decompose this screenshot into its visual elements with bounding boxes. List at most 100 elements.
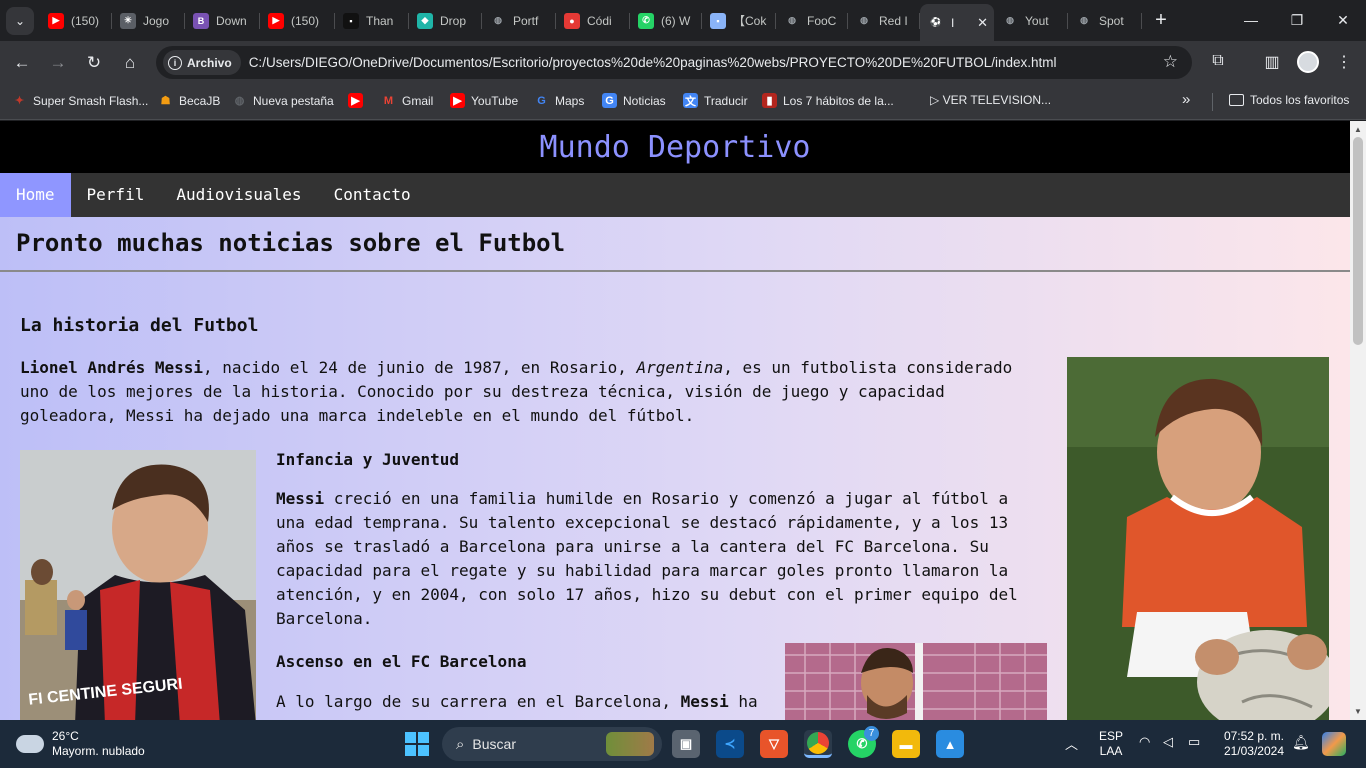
- tray-chevron-icon[interactable]: ︿: [1065, 734, 1078, 753]
- scrollbar-thumb[interactable]: [1353, 137, 1363, 345]
- all-bookmarks-button[interactable]: Todos los favoritos: [1229, 93, 1349, 107]
- nav-audiovisuales[interactable]: Audiovisuales: [160, 173, 317, 217]
- task-view-icon[interactable]: ▣: [672, 730, 700, 758]
- bookmark-item[interactable]: ✦ Super Smash Flash...: [12, 93, 149, 108]
- all-bookmarks-label: Todos los favoritos: [1250, 93, 1350, 107]
- bookmark-label: Noticias: [623, 93, 666, 108]
- tab[interactable]: ◍ Spot: [1068, 6, 1142, 35]
- translate-icon: 文: [683, 93, 698, 108]
- photos-icon[interactable]: ▲: [936, 730, 964, 758]
- tab-label: (6) W: [661, 13, 691, 28]
- bookmark-item[interactable]: ▷ VER TELEVISION...: [930, 93, 1051, 107]
- weather-temp: 26°C: [52, 729, 79, 743]
- volume-icon[interactable]: ◁: [1163, 734, 1173, 750]
- bookmark-item[interactable]: ▶ YouTube: [450, 93, 518, 108]
- bookmark-item[interactable]: M Gmail: [381, 93, 433, 108]
- smash-icon: ✦: [14, 95, 25, 107]
- tab-label: Códi: [587, 13, 612, 28]
- url-text[interactable]: C:/Users/DIEGO/OneDrive/Documentos/Escri…: [249, 55, 1057, 70]
- tab[interactable]: ▶ (150): [40, 6, 112, 35]
- taskbar-search[interactable]: ⌕ Buscar: [442, 727, 662, 761]
- minimize-button[interactable]: —: [1236, 8, 1266, 32]
- bookmark-item[interactable]: 文 Traducir: [683, 93, 748, 108]
- tab-label: Portf: [513, 13, 539, 28]
- home-icon[interactable]: ⌂: [119, 52, 141, 74]
- notifications-icon[interactable]: 🔔︎: [1292, 734, 1310, 751]
- weather-widget[interactable]: 26°C Mayorm. nublado: [13, 729, 145, 759]
- clock[interactable]: 07:52 p. m. 21/03/2024: [1222, 729, 1284, 759]
- vscode-icon[interactable]: ≺: [716, 730, 744, 758]
- site-info-chip[interactable]: i Archivo: [163, 50, 241, 75]
- bookmark-star-icon[interactable]: ☆: [1163, 52, 1178, 72]
- bookmark-label: YouTube: [471, 93, 519, 108]
- bookmark-item[interactable]: ▮ Los 7 hábitos de la...: [762, 93, 894, 108]
- tab[interactable]: ▶ (150): [260, 6, 335, 35]
- bookmark-item[interactable]: G Noticias: [602, 93, 666, 108]
- nav-perfil[interactable]: Perfil: [71, 173, 161, 217]
- new-tab-button[interactable]: +: [1150, 8, 1172, 32]
- bookmarks-overflow-button[interactable]: »: [1182, 91, 1190, 108]
- bookmarks-divider: [1212, 93, 1213, 111]
- file-explorer-icon[interactable]: ▬: [892, 730, 920, 758]
- menu-kebab-icon[interactable]: ⋮: [1333, 52, 1355, 72]
- close-window-button[interactable]: ✕: [1328, 8, 1358, 32]
- bookmark-item[interactable]: G Maps: [534, 93, 584, 108]
- tab[interactable]: ✳ Jogo: [112, 6, 185, 35]
- tab-close-icon[interactable]: ✕: [971, 15, 994, 31]
- profile-avatar[interactable]: [1297, 51, 1319, 73]
- language-indicator[interactable]: ESP LAA: [1099, 729, 1123, 759]
- tab-label: FooC: [807, 13, 837, 28]
- battery-icon[interactable]: ▭: [1188, 734, 1200, 750]
- folder-icon: [1229, 94, 1244, 106]
- bookmark-label: Los 7 hábitos de la...: [783, 93, 894, 108]
- rise-text: A lo largo de su carrera en el Barcelona…: [276, 692, 681, 711]
- youtube-icon: ▶: [48, 12, 64, 29]
- tab[interactable]: ◍ Red I: [848, 6, 920, 35]
- globe-icon: ◍: [1006, 15, 1014, 25]
- scroll-up-arrow-icon[interactable]: ▲: [1354, 125, 1362, 134]
- nav-home[interactable]: Home: [0, 173, 71, 217]
- clock-date: 21/03/2024: [1223, 744, 1284, 758]
- tab[interactable]: ◍ FooC: [776, 6, 848, 35]
- tab-search-button[interactable]: ⌄: [6, 7, 34, 35]
- lang-label: ESP: [1099, 729, 1124, 743]
- childhood-heading: Infancia y Juventud: [276, 450, 460, 469]
- wifi-icon[interactable]: ◠: [1139, 734, 1150, 750]
- tab[interactable]: ▪ 【Cok: [702, 6, 776, 35]
- address-bar[interactable]: i Archivo C:/Users/DIEGO/OneDrive/Docume…: [156, 46, 1192, 79]
- tab-label: (150): [291, 13, 320, 28]
- forward-arrow-icon[interactable]: →: [47, 52, 69, 74]
- page-icon: ▪: [710, 12, 726, 29]
- browser-toolbar: ← → ↻ ⌂ i Archivo C:/Users/DIEGO/OneDriv…: [0, 41, 1366, 85]
- tab[interactable]: ◍ Portf: [482, 6, 556, 35]
- windows-start-icon[interactable]: [405, 732, 429, 756]
- globe-icon: ◍: [860, 15, 868, 25]
- extensions-icon[interactable]: ⧉: [1207, 52, 1229, 70]
- bookmark-item[interactable]: ◍ Nueva pestaña: [232, 93, 334, 108]
- bookmark-item[interactable]: ▶: [348, 93, 369, 108]
- back-arrow-icon[interactable]: ←: [11, 52, 33, 74]
- tab-strip: ⌄ ▶ (150) ✳ Jogo B Down ▶ (150) ▪ Than ◆ Drop ◍ Portf…: [0, 0, 1366, 41]
- copilot-icon[interactable]: [1322, 732, 1346, 756]
- tab[interactable]: ▪ Than: [335, 6, 409, 35]
- youtube-icon: ▶: [450, 93, 465, 108]
- bookmarks-bar: ✦ Super Smash Flash... ☗ BecaJB ◍ Nueva pesta…: [0, 85, 1366, 120]
- search-highlight-icon: [606, 732, 654, 756]
- subheader-title: Pronto muchas noticias sobre el Futbol: [16, 229, 566, 257]
- tab-active[interactable]: ⚽ I ✕: [920, 4, 994, 41]
- tab[interactable]: ✆ (6) W: [630, 6, 702, 35]
- nav-contacto[interactable]: Contacto: [318, 173, 427, 217]
- tab[interactable]: ● Códi: [556, 6, 630, 35]
- pdf-icon: ▮: [762, 93, 777, 108]
- scroll-down-arrow-icon[interactable]: ▼: [1354, 707, 1362, 716]
- tab[interactable]: B Down: [185, 6, 260, 35]
- brave-icon[interactable]: ▽: [760, 730, 788, 758]
- chrome-icon[interactable]: [804, 730, 832, 758]
- reload-icon[interactable]: ↻: [83, 52, 105, 74]
- tab[interactable]: ◍ Yout: [994, 6, 1068, 35]
- page-scrollbar[interactable]: ▲ ▼: [1350, 121, 1366, 720]
- bookmark-item[interactable]: ☗ BecaJB: [158, 93, 221, 108]
- side-panel-icon[interactable]: ▥: [1261, 52, 1283, 72]
- restore-button[interactable]: ❐: [1282, 8, 1312, 32]
- tab[interactable]: ◆ Drop: [409, 6, 482, 35]
